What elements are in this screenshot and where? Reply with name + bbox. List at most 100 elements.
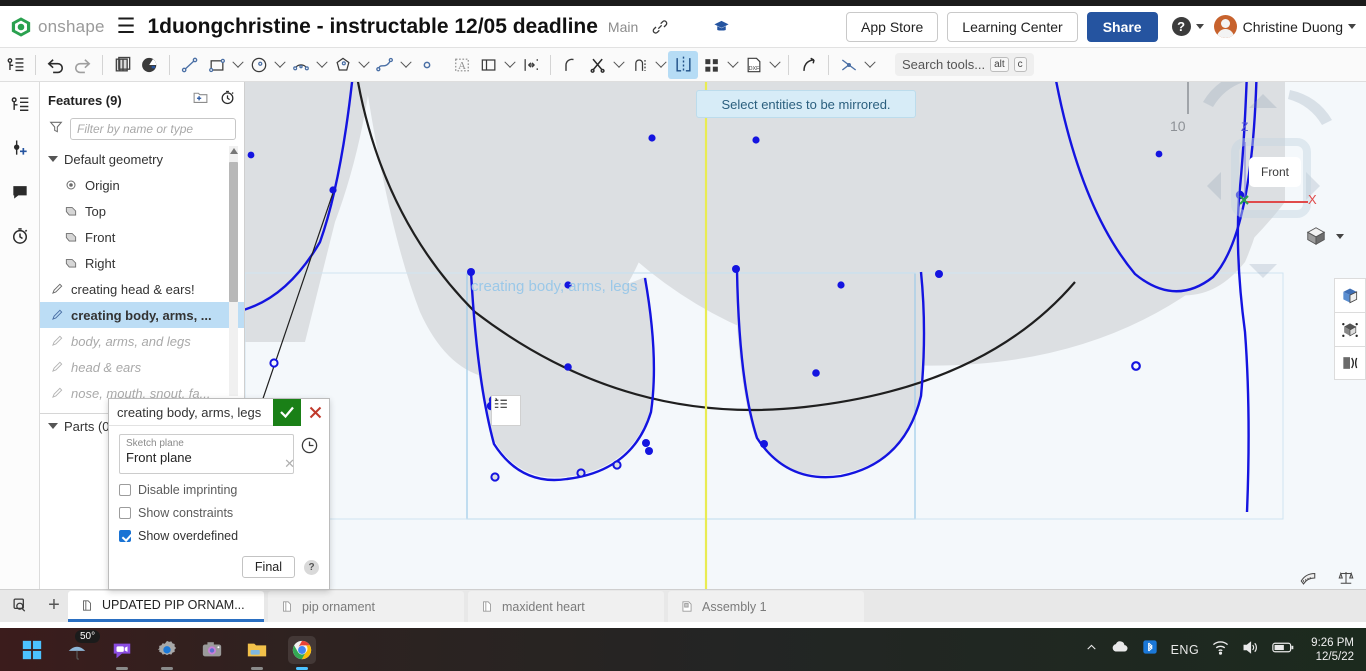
workspace-label[interactable]: Main: [608, 19, 638, 35]
point-icon[interactable]: [413, 51, 440, 79]
spline-chevron-down-icon[interactable]: [398, 51, 413, 79]
sketch-context-menu-button[interactable]: [491, 395, 521, 426]
dialog-help-icon[interactable]: ?: [304, 559, 319, 575]
linear-pattern-icon[interactable]: [698, 51, 725, 79]
wifi-icon[interactable]: [1212, 640, 1229, 660]
add-tab-icon[interactable]: +: [40, 589, 68, 622]
chevron-down-icon[interactable]: [48, 423, 58, 429]
arc-icon[interactable]: [287, 51, 314, 79]
constraint-icon[interactable]: [835, 51, 862, 79]
arc-chevron-down-icon[interactable]: [314, 51, 329, 79]
graduation-cap-icon[interactable]: [713, 18, 730, 35]
tab-maxident-heart[interactable]: maxident heart: [468, 591, 664, 622]
settings-icon[interactable]: [153, 636, 181, 670]
share-button[interactable]: Share: [1086, 11, 1158, 42]
sketch-plane-field[interactable]: Sketch plane Front plane: [119, 434, 294, 474]
tree-item-head-ears[interactable]: head & ears: [40, 354, 244, 380]
chrome-icon[interactable]: [288, 635, 316, 670]
battery-icon[interactable]: [1272, 641, 1294, 659]
graphics-canvas[interactable]: creating body, arms, legs 10 X Z: [245, 82, 1366, 589]
tree-item-default-geometry[interactable]: Default geometry: [40, 146, 244, 172]
display-style-button[interactable]: [1305, 225, 1344, 247]
tab-assembly-1[interactable]: Assembly 1: [668, 591, 864, 622]
help-chevron-down-icon[interactable]: [1195, 24, 1204, 29]
final-button[interactable]: Final: [241, 556, 295, 578]
tree-item-front[interactable]: Front: [40, 224, 244, 250]
history-icon[interactable]: [0, 214, 40, 258]
learning-center-button[interactable]: Learning Center: [947, 11, 1078, 42]
add-feature-icon[interactable]: [0, 126, 40, 170]
pattern-chevron-down-icon[interactable]: [725, 51, 740, 79]
display-style-chevron-down-icon[interactable]: [1336, 233, 1344, 239]
explode-view-icon[interactable]: [1334, 346, 1366, 380]
show-overdefined-row[interactable]: Show overdefined: [119, 529, 319, 543]
text-icon[interactable]: A: [448, 51, 475, 79]
user-chevron-down-icon[interactable]: [1348, 24, 1356, 29]
rectangle-icon[interactable]: [203, 51, 230, 79]
tab-pip-ornament[interactable]: pip ornament: [268, 591, 464, 622]
link-icon[interactable]: [652, 19, 668, 35]
disable-imprinting-checkbox[interactable]: [119, 484, 131, 496]
clear-field-icon[interactable]: ✕: [284, 456, 295, 472]
redo-icon[interactable]: [69, 51, 96, 79]
dxf-chevron-down-icon[interactable]: [767, 51, 782, 79]
features-filter-input[interactable]: Filter by name or type: [70, 118, 236, 140]
hamburger-icon[interactable]: ☰: [117, 16, 136, 37]
offset-icon[interactable]: [475, 51, 502, 79]
offset-chevron-down-icon[interactable]: [502, 51, 517, 79]
sketch-shade-icon[interactable]: [136, 51, 163, 79]
constraint-chevron-down-icon[interactable]: [862, 51, 877, 79]
language-indicator[interactable]: ENG: [1171, 643, 1200, 657]
help-icon[interactable]: ?: [1171, 17, 1191, 36]
section-view-icon[interactable]: [1334, 278, 1366, 312]
polygon-icon[interactable]: [329, 51, 356, 79]
cancel-button[interactable]: [301, 398, 329, 426]
show-overdefined-checkbox[interactable]: [119, 530, 131, 542]
undo-icon[interactable]: [42, 51, 69, 79]
rectangle-chevron-down-icon[interactable]: [230, 51, 245, 79]
fillet-icon[interactable]: [557, 51, 584, 79]
tree-item-origin[interactable]: Origin: [40, 172, 244, 198]
chevron-down-icon[interactable]: [48, 156, 58, 162]
chevron-up-icon[interactable]: [1085, 641, 1098, 659]
tab-search-icon[interactable]: [0, 589, 40, 622]
user-menu-label[interactable]: Christine Duong: [1243, 19, 1343, 35]
feature-list-toggle-icon[interactable]: [2, 51, 29, 79]
sketch-dialog[interactable]: creating body, arms, legs Sketch plane F…: [108, 398, 330, 590]
feature-list-icon[interactable]: [0, 82, 40, 126]
file-explorer-icon[interactable]: [243, 636, 271, 670]
transform-icon[interactable]: [795, 51, 822, 79]
messenger-icon[interactable]: [108, 636, 136, 670]
new-folder-icon[interactable]: [192, 89, 209, 111]
copy-icon[interactable]: [109, 51, 136, 79]
speaker-icon[interactable]: [1242, 640, 1259, 660]
tab-updated-pip-ornament[interactable]: UPDATED PIP ORNAM...: [68, 591, 264, 622]
parts-section-header[interactable]: Parts (0: [40, 412, 110, 440]
search-tools-input[interactable]: Search tools... alt c: [895, 53, 1034, 76]
extend-chevron-down-icon[interactable]: [653, 51, 668, 79]
trim-icon[interactable]: [584, 51, 611, 79]
trim-chevron-down-icon[interactable]: [611, 51, 626, 79]
polygon-chevron-down-icon[interactable]: [356, 51, 371, 79]
line-icon[interactable]: [176, 51, 203, 79]
weather-widget[interactable]: 50°: [63, 629, 101, 664]
tree-item-creating-body-arms[interactable]: creating body, arms, ...: [40, 302, 244, 328]
extend-icon[interactable]: [626, 51, 653, 79]
cloud-icon[interactable]: [1111, 640, 1129, 659]
avatar[interactable]: [1213, 15, 1237, 38]
comments-icon[interactable]: [0, 170, 40, 214]
spline-icon[interactable]: [371, 51, 398, 79]
show-constraints-checkbox[interactable]: [119, 507, 131, 519]
tree-item-body-arms-legs[interactable]: body, arms, and legs: [40, 328, 244, 354]
document-title[interactable]: 1duongchristine - instructable 12/05 dea…: [147, 15, 597, 39]
disable-imprinting-row[interactable]: Disable imprinting: [119, 483, 319, 497]
dxf-import-icon[interactable]: DXF: [740, 51, 767, 79]
stopwatch-icon[interactable]: [219, 89, 236, 111]
windows-start-icon[interactable]: [18, 636, 46, 664]
clock-icon[interactable]: [300, 436, 319, 460]
show-constraints-row[interactable]: Show constraints: [119, 506, 319, 520]
circle-chevron-down-icon[interactable]: [272, 51, 287, 79]
funnel-icon[interactable]: [48, 119, 64, 140]
view-cube-front-face[interactable]: Front: [1249, 157, 1301, 187]
scroll-up-arrow-icon[interactable]: [230, 148, 238, 154]
